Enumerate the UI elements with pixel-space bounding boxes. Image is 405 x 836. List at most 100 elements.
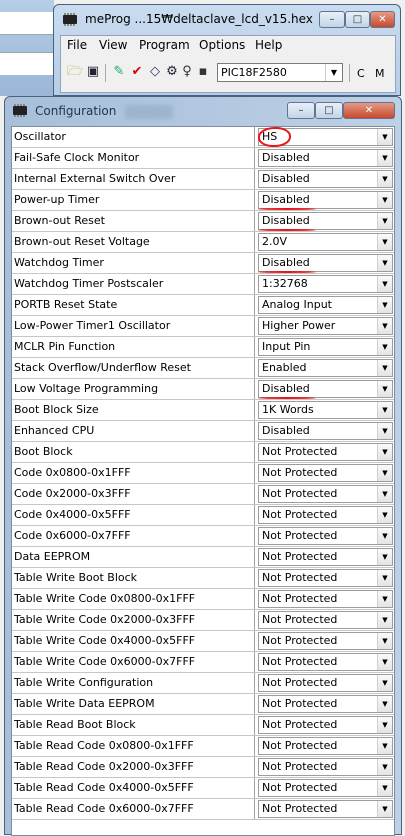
chevron-down-icon[interactable]: ▼ <box>377 591 392 607</box>
chevron-down-icon[interactable]: ▼ <box>325 64 342 81</box>
config-row-select[interactable]: Input Pin ▼ <box>258 338 393 356</box>
chevron-down-icon[interactable]: ▼ <box>377 507 392 523</box>
chevron-down-icon[interactable]: ▼ <box>377 402 392 418</box>
open-folder-icon[interactable]: 🗁 <box>67 64 83 80</box>
config-row-value: Disabled <box>262 172 310 185</box>
config-row-select[interactable]: Not Protected ▼ <box>258 737 393 755</box>
close-button[interactable]: ✕ <box>370 11 395 28</box>
chevron-down-icon[interactable]: ▼ <box>377 654 392 670</box>
save-disk-icon[interactable]: ▣ <box>85 64 101 80</box>
device-select[interactable]: PIC18F2580 ▼ <box>217 63 343 82</box>
meprog-titlebar[interactable]: meProg ...15₩deltaclave_lcd_v15.hex – □ … <box>61 10 396 32</box>
config-row-select[interactable]: Disabled ▼ <box>258 170 393 188</box>
verify-check-icon[interactable]: ✔ <box>129 64 145 80</box>
chevron-down-icon[interactable]: ▼ <box>377 213 392 229</box>
chevron-down-icon[interactable]: ▼ <box>377 381 392 397</box>
config-row-value: Not Protected <box>262 445 338 458</box>
close-button[interactable]: ✕ <box>343 102 395 119</box>
menu-options[interactable]: Options <box>199 38 245 52</box>
config-row-select[interactable]: Not Protected ▼ <box>258 569 393 587</box>
config-row-value: Not Protected <box>262 529 338 542</box>
config-row-select[interactable]: Disabled ▼ <box>258 149 393 167</box>
chevron-down-icon[interactable]: ▼ <box>377 465 392 481</box>
config-row-select[interactable]: Not Protected ▼ <box>258 758 393 776</box>
config-row: Internal External Switch Over Disabled ▼ <box>12 169 394 190</box>
minimize-button[interactable]: – <box>287 102 315 119</box>
chevron-down-icon[interactable]: ▼ <box>377 171 392 187</box>
chevron-down-icon[interactable]: ▼ <box>377 633 392 649</box>
config-row-select[interactable]: Disabled ▼ <box>258 422 393 440</box>
config-row-select[interactable]: 1K Words ▼ <box>258 401 393 419</box>
c-button[interactable]: C <box>357 67 365 80</box>
chevron-down-icon[interactable]: ▼ <box>377 801 392 817</box>
menu-program[interactable]: Program <box>139 38 190 52</box>
config-row-label: Internal External Switch Over <box>14 169 255 189</box>
config-row-label: Code 0x0800-0x1FFF <box>14 463 255 483</box>
chevron-down-icon[interactable]: ▼ <box>377 549 392 565</box>
config-row-select[interactable]: Not Protected ▼ <box>258 548 393 566</box>
read-chip-icon[interactable]: ⚙ <box>164 64 180 80</box>
config-row-select[interactable]: 2.0V ▼ <box>258 233 393 251</box>
configuration-titlebar[interactable]: Configuration – □ ✕ <box>11 101 399 123</box>
config-row-select[interactable]: Not Protected ▼ <box>258 590 393 608</box>
config-row-select[interactable]: Not Protected ▼ <box>258 653 393 671</box>
maximize-button[interactable]: □ <box>345 11 370 28</box>
maximize-button[interactable]: □ <box>315 102 343 119</box>
config-row-select[interactable]: Disabled ▼ <box>258 191 393 209</box>
config-row-select[interactable]: Not Protected ▼ <box>258 443 393 461</box>
chevron-down-icon[interactable]: ▼ <box>377 297 392 313</box>
menubar: File View Program Options Help <box>61 36 395 54</box>
config-row-select[interactable]: Not Protected ▼ <box>258 779 393 797</box>
chevron-down-icon[interactable]: ▼ <box>377 696 392 712</box>
chevron-down-icon[interactable]: ▼ <box>377 738 392 754</box>
config-row-select[interactable]: Not Protected ▼ <box>258 506 393 524</box>
program-chip-icon[interactable]: ✎ <box>111 64 127 80</box>
chevron-down-icon[interactable]: ▼ <box>377 570 392 586</box>
config-row: Table Write Boot Block Not Protected ▼ <box>12 568 394 589</box>
chevron-down-icon[interactable]: ▼ <box>377 255 392 271</box>
config-row-select[interactable]: Enabled ▼ <box>258 359 393 377</box>
chevron-down-icon[interactable]: ▼ <box>377 129 392 145</box>
bulb-icon[interactable]: ♀ <box>179 64 195 80</box>
chevron-down-icon[interactable]: ▼ <box>377 234 392 250</box>
config-row-select[interactable]: HS ▼ <box>258 128 393 146</box>
config-row-select[interactable]: Higher Power ▼ <box>258 317 393 335</box>
menu-file[interactable]: File <box>67 38 87 52</box>
config-row-select[interactable]: Disabled ▼ <box>258 254 393 272</box>
minimize-button[interactable]: – <box>319 11 345 28</box>
chevron-down-icon[interactable]: ▼ <box>377 486 392 502</box>
m-button[interactable]: M <box>375 67 385 80</box>
chevron-down-icon[interactable]: ▼ <box>377 612 392 628</box>
config-row-value: 1:32768 <box>262 277 308 290</box>
menu-help[interactable]: Help <box>255 38 282 52</box>
config-row-select[interactable]: Not Protected ▼ <box>258 632 393 650</box>
chevron-down-icon[interactable]: ▼ <box>377 528 392 544</box>
chevron-down-icon[interactable]: ▼ <box>377 339 392 355</box>
chevron-down-icon[interactable]: ▼ <box>377 675 392 691</box>
config-row-select[interactable]: Not Protected ▼ <box>258 464 393 482</box>
chevron-down-icon[interactable]: ▼ <box>377 276 392 292</box>
config-row-select[interactable]: Not Protected ▼ <box>258 695 393 713</box>
chevron-down-icon[interactable]: ▼ <box>377 150 392 166</box>
config-row-select[interactable]: Analog Input ▼ <box>258 296 393 314</box>
menu-view[interactable]: View <box>99 38 127 52</box>
config-row-select[interactable]: Not Protected ▼ <box>258 527 393 545</box>
config-row-select[interactable]: Disabled ▼ <box>258 212 393 230</box>
config-row-select[interactable]: Not Protected ▼ <box>258 485 393 503</box>
config-row-select[interactable]: Not Protected ▼ <box>258 716 393 734</box>
config-row-select[interactable]: Not Protected ▼ <box>258 674 393 692</box>
config-row-select[interactable]: Not Protected ▼ <box>258 611 393 629</box>
chevron-down-icon[interactable]: ▼ <box>377 780 392 796</box>
chevron-down-icon[interactable]: ▼ <box>377 444 392 460</box>
chevron-down-icon[interactable]: ▼ <box>377 360 392 376</box>
config-row-select[interactable]: 1:32768 ▼ <box>258 275 393 293</box>
chevron-down-icon[interactable]: ▼ <box>377 192 392 208</box>
chevron-down-icon[interactable]: ▼ <box>377 717 392 733</box>
config-row-select[interactable]: Disabled ▼ <box>258 380 393 398</box>
chevron-down-icon[interactable]: ▼ <box>377 423 392 439</box>
erase-eraser-icon[interactable]: ◇ <box>147 64 163 80</box>
chip-small-icon[interactable]: ▪ <box>195 64 211 80</box>
config-row-select[interactable]: Not Protected ▼ <box>258 800 393 818</box>
chevron-down-icon[interactable]: ▼ <box>377 318 392 334</box>
chevron-down-icon[interactable]: ▼ <box>377 759 392 775</box>
